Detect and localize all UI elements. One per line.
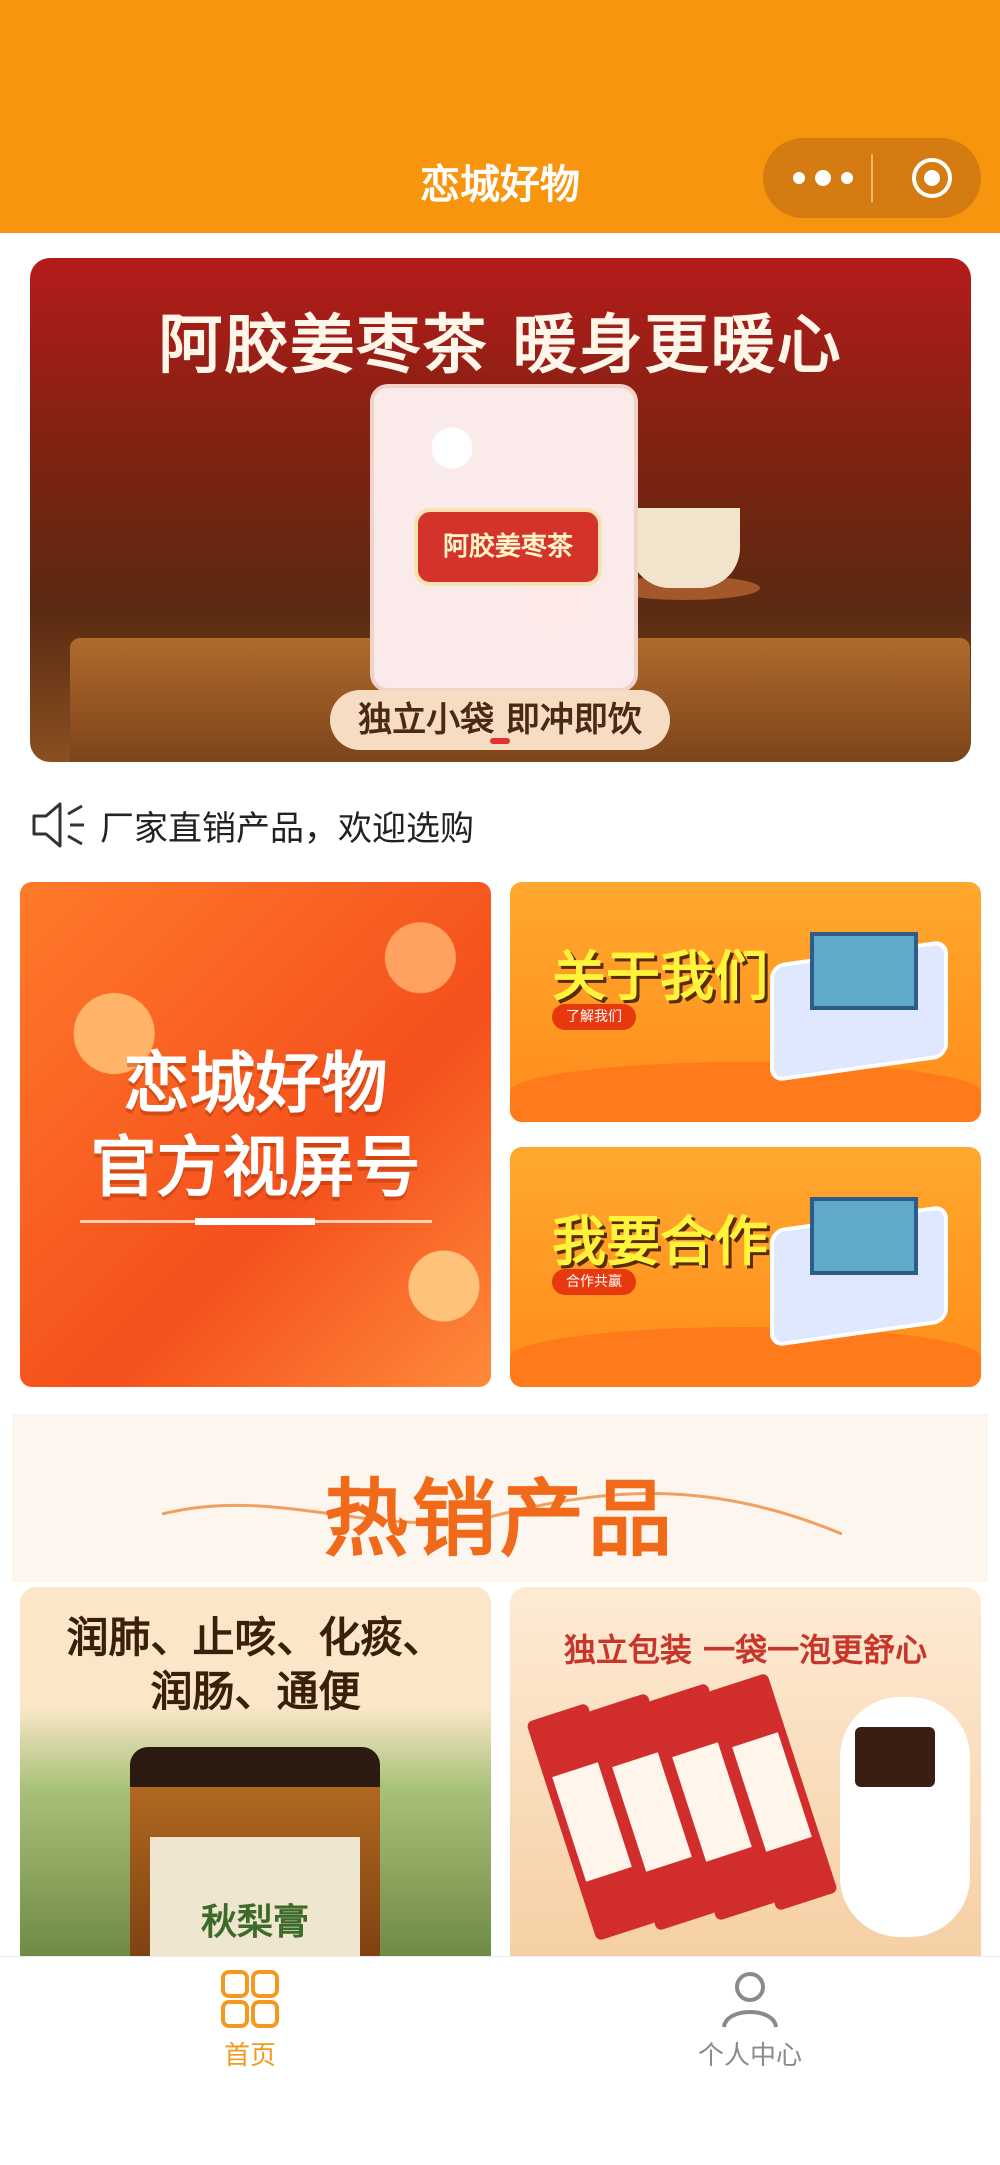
jar-label: 秋梨膏 [150,1837,360,1957]
decorative-line [80,1218,432,1225]
about-us-pill: 了解我们 [552,1004,636,1030]
tab-home[interactable]: 首页 [0,1957,500,2165]
product-title: 独立包装 一袋一泡更舒心 [563,1631,928,1669]
about-us-title: 关于我们 [552,945,768,1008]
product-card-pear-paste[interactable]: 润肺、止咳、化痰、 润肠、通便 秋梨膏 [20,1587,491,1957]
gelatin-image [855,1727,935,1787]
tea-cup-image [630,508,740,588]
product-title-line2: 润肠、通便 [150,1667,361,1716]
banner-headline: 阿胶姜枣茶 暖身更暖心 [158,308,843,383]
video-tile-line1: 恋城好物 [123,1045,388,1122]
tab-profile-label: 个人中心 [697,2041,802,2071]
more-icon[interactable] [793,168,853,188]
product-title: 润肺、止咳、化痰、 润肠、通便 [20,1611,491,1719]
decorative-wave [510,1327,981,1387]
close-target-icon[interactable] [908,154,956,202]
book-illustration [810,1197,918,1275]
hot-products-title: 热销产品 [323,1470,676,1568]
video-tile-line2: 官方视屏号 [90,1129,421,1206]
capsule-divider [871,154,873,202]
tea-pouch-image: 阿胶姜枣茶 [370,384,638,692]
cooperation-tile[interactable]: 我要合作 合作共赢 [510,1147,981,1387]
pouch-label: 阿胶姜枣茶 [414,508,602,586]
notice-text: 厂家直销产品，欢迎选购 [100,808,474,849]
official-video-tile[interactable]: 恋城好物 官方视屏号 [20,882,491,1387]
book-illustration [810,932,918,1010]
notice-bar: 厂家直销产品，欢迎选购 [30,798,970,852]
mini-program-capsule [763,138,981,218]
bottom-tab-bar: 首页 个人中心 [0,1956,1000,2165]
video-tile-title: 恋城好物 官方视屏号 [20,1042,491,1210]
hero-banner[interactable]: 阿胶姜枣茶 暖身更暖心 阿胶姜枣茶 独立小袋 即冲即饮 [30,258,971,762]
tab-profile[interactable]: 个人中心 [500,1957,1000,2165]
cooperation-title: 我要合作 [552,1210,768,1273]
user-icon [722,1972,778,2028]
decorative-wave [510,1062,981,1122]
product-card-sachets[interactable]: 独立包装 一袋一泡更舒心 [510,1587,981,1957]
hot-products-header: 热销产品 [12,1414,988,1582]
about-us-tile[interactable]: 关于我们 了解我们 [510,882,981,1122]
cooperation-pill: 合作共赢 [552,1269,636,1295]
tab-home-label: 首页 [223,2041,276,2071]
top-nav-bar: 恋城好物 [0,0,1000,233]
grid-icon [221,1970,279,2028]
jar-image: 秋梨膏 [130,1747,380,1957]
product-title-line1: 润肺、止咳、化痰、 [66,1613,445,1662]
carousel-indicator [490,738,510,744]
speaker-icon [32,802,84,848]
